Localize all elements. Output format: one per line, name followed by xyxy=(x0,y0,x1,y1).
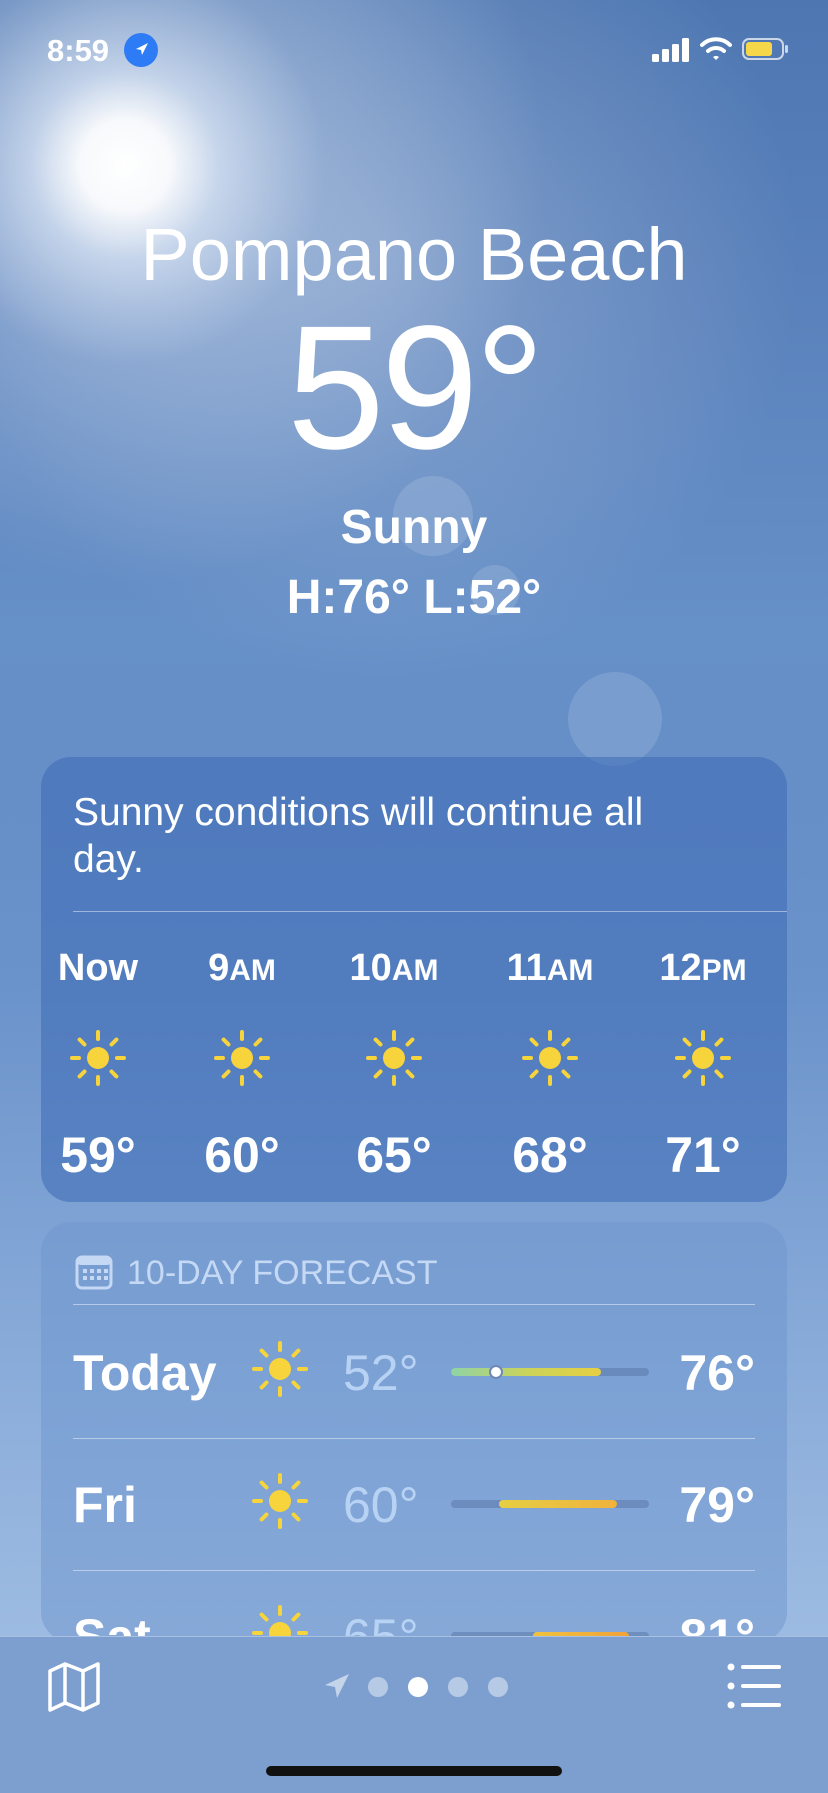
hour-temperature: 59° xyxy=(60,1127,136,1183)
hour-temperature: 65° xyxy=(356,1127,432,1183)
sun-icon xyxy=(675,1030,731,1086)
location-arrow-icon xyxy=(124,33,158,67)
divider xyxy=(73,1304,755,1305)
calendar-icon xyxy=(75,1255,113,1290)
current-temperature-dot xyxy=(489,1365,503,1379)
hour-label: 11AM xyxy=(506,947,594,989)
forecast-high: 79° xyxy=(679,1477,755,1533)
sun-icon xyxy=(252,1473,308,1529)
hour-item: 9AM 60° xyxy=(182,947,302,1184)
hour-item: 10AM 65° xyxy=(334,947,454,1184)
temperature-range-bar xyxy=(451,1500,649,1508)
forecast-high: 76° xyxy=(679,1345,755,1401)
temperature-range-fill xyxy=(499,1500,617,1508)
page-dot[interactable] xyxy=(368,1677,388,1697)
high-low-text: H:76° L:52° xyxy=(286,571,542,624)
location-arrow-icon xyxy=(325,1674,349,1698)
forecast-row[interactable]: Fri 60° 79° xyxy=(73,1438,755,1570)
hour-temperature: 71° xyxy=(665,1127,741,1183)
condition-text: Sunny xyxy=(340,501,488,554)
page-dot[interactable] xyxy=(448,1677,468,1697)
sun-icon xyxy=(214,1030,270,1086)
forecast-low: 52° xyxy=(343,1345,419,1401)
hour-label: 10AM xyxy=(349,947,439,989)
ten-day-forecast-card[interactable]: 10-DAY FORECAST Today 52° 76° Fri 60° 79… xyxy=(41,1222,787,1642)
hour-item: 11AM 68° xyxy=(490,947,610,1184)
home-indicator[interactable] xyxy=(266,1766,562,1776)
sun-icon xyxy=(70,1030,126,1086)
status-bar: 8:59 xyxy=(0,30,828,70)
forecast-day: Fri xyxy=(73,1477,137,1533)
forecast-day: Today xyxy=(73,1345,217,1401)
hour-label: 12PM xyxy=(659,947,747,989)
wifi-icon xyxy=(700,37,732,60)
hourly-summary: Sunny conditions will continue all day. xyxy=(73,791,644,881)
hour-item: Now 59° xyxy=(41,947,158,1184)
map-icon[interactable] xyxy=(46,1659,102,1715)
hourly-forecast-card[interactable]: Sunny conditions will continue all day. … xyxy=(41,757,787,1202)
lens-flare xyxy=(568,672,662,766)
hour-temperature: 68° xyxy=(512,1127,588,1183)
sun-icon xyxy=(252,1341,308,1397)
temperature-range-fill xyxy=(451,1368,601,1376)
page-dot-active[interactable] xyxy=(408,1677,428,1697)
status-time: 8:59 xyxy=(47,33,110,68)
forecast-row[interactable]: Sat 65° 81° xyxy=(73,1570,755,1642)
sun-icon xyxy=(366,1030,422,1086)
sun-icon xyxy=(522,1030,578,1086)
forecast-row[interactable]: Today 52° 76° xyxy=(73,1306,755,1438)
hour-item: 12PM 71° xyxy=(643,947,763,1184)
divider xyxy=(73,911,787,912)
list-icon[interactable] xyxy=(726,1661,782,1711)
page-dot[interactable] xyxy=(488,1677,508,1697)
forecast-title: 10-DAY FORECAST xyxy=(127,1254,438,1292)
hour-label: Now xyxy=(57,947,139,989)
page-indicator[interactable] xyxy=(318,1667,518,1707)
temperature-range-bar xyxy=(451,1365,649,1379)
hour-temperature: 60° xyxy=(204,1127,280,1183)
forecast-low: 60° xyxy=(343,1477,419,1533)
current-temperature: 59° xyxy=(286,290,545,486)
city-name: Pompano Beach xyxy=(140,213,688,296)
battery-icon xyxy=(742,38,788,60)
cellular-signal-icon xyxy=(652,38,689,62)
hour-label: 9AM xyxy=(208,947,276,989)
